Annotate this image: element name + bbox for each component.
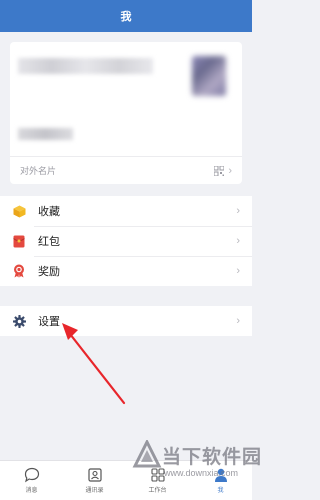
business-card-label: 对外名片	[20, 166, 57, 176]
chevron-right-icon: ›	[236, 265, 240, 277]
menu-item-label: 设置	[38, 316, 60, 328]
blurred-user-info	[18, 128, 73, 140]
menu-group-settings: 设置 ›	[0, 306, 252, 336]
business-card-row[interactable]: 对外名片 ›	[10, 157, 242, 184]
qr-code-icon	[214, 165, 225, 176]
contacts-icon	[87, 468, 102, 482]
menu-item-label: 红包	[38, 236, 60, 248]
tab-contacts[interactable]: 通讯录	[63, 461, 126, 500]
tab-label: 通讯录	[85, 488, 104, 494]
watermark-logo-icon	[132, 440, 162, 468]
favorites-cube-icon	[12, 204, 26, 218]
menu-item-settings[interactable]: 设置 ›	[0, 306, 252, 336]
profile-card[interactable]: 对外名片 ›	[10, 42, 242, 184]
watermark-url: www.downxia.com	[164, 468, 239, 478]
page-title: 我	[120, 11, 132, 23]
blurred-user-name	[18, 58, 153, 74]
tab-messages[interactable]: 消息	[0, 461, 63, 500]
menu-item-red-envelope[interactable]: 红包 ›	[0, 226, 252, 256]
avatar[interactable]	[192, 56, 226, 96]
site-watermark: 当下软件园 www.downxia.com	[132, 438, 261, 494]
menu-group-main: 收藏 › 红包 › 奖励 ›	[0, 196, 252, 286]
gear-icon	[12, 314, 26, 328]
award-ribbon-icon	[12, 264, 26, 278]
chat-bubble-icon	[24, 467, 39, 483]
menu-item-label: 收藏	[38, 206, 60, 218]
chevron-right-icon: ›	[236, 205, 240, 217]
tab-label: 消息	[25, 488, 38, 494]
page-header: 我	[0, 0, 252, 32]
chevron-right-icon: ›	[236, 235, 240, 247]
menu-item-rewards[interactable]: 奖励 ›	[0, 256, 252, 286]
watermark-title: 当下软件园	[162, 447, 263, 468]
chevron-right-icon: ›	[228, 164, 232, 177]
menu-item-label: 奖励	[38, 266, 60, 278]
chevron-right-icon: ›	[236, 315, 240, 327]
menu-item-favorites[interactable]: 收藏 ›	[0, 196, 252, 226]
red-envelope-icon	[12, 234, 26, 248]
